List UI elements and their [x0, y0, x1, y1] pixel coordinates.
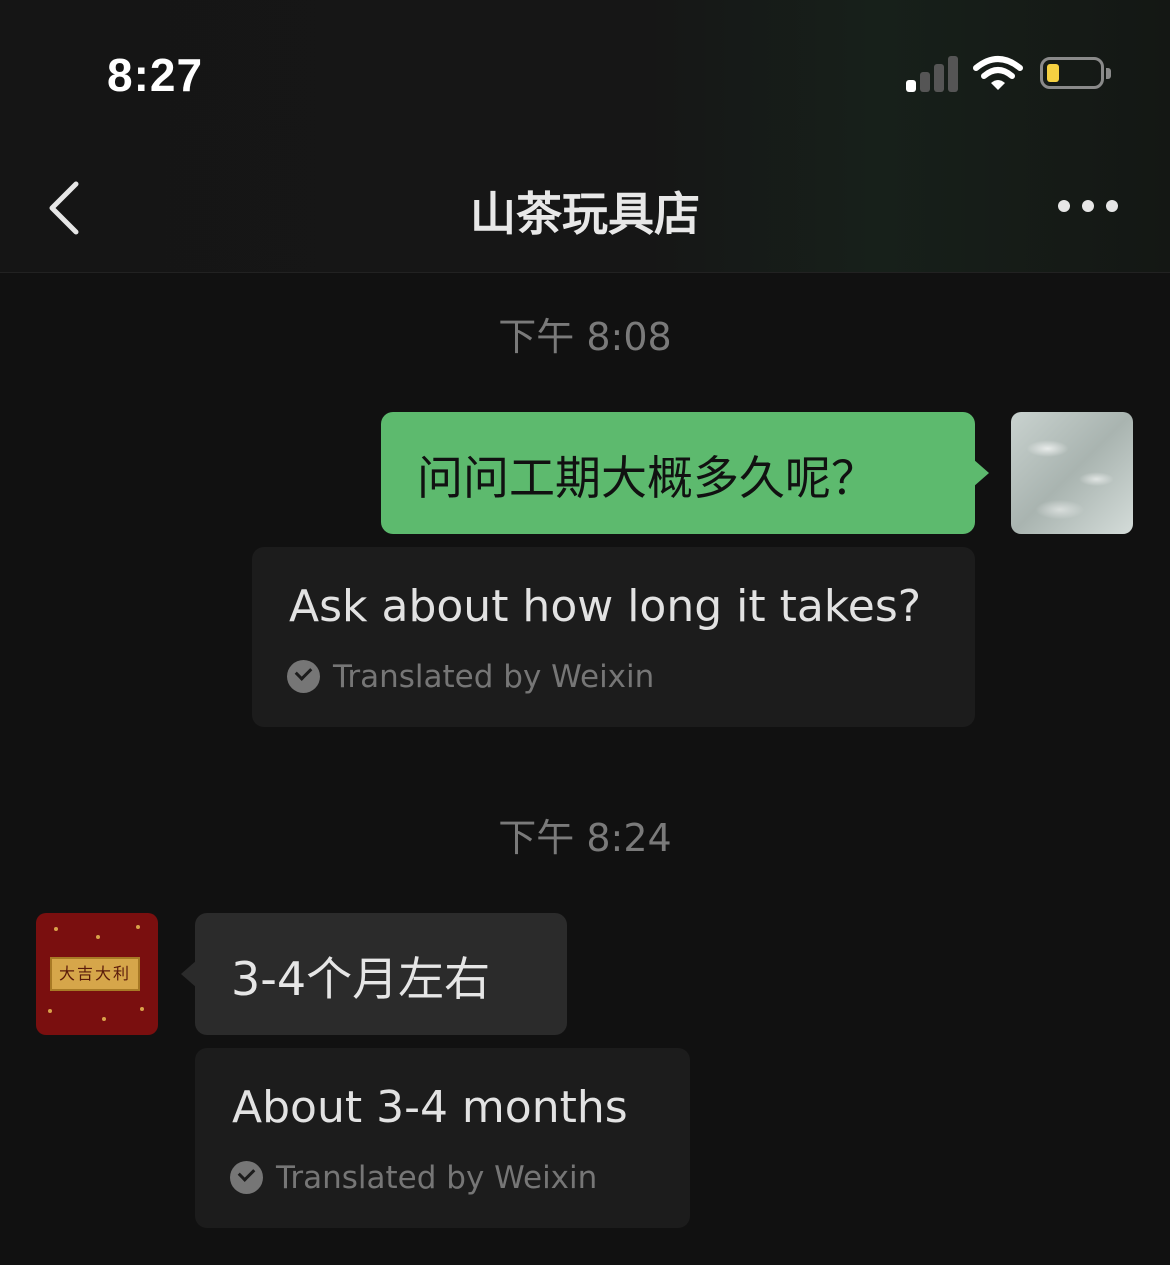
check-circle-icon	[287, 660, 320, 693]
translation-card[interactable]: About 3-4 months Translated by Weixin	[195, 1048, 690, 1228]
chat-title: 山茶玩具店	[470, 187, 700, 241]
message-timestamp: 下午 8:08	[498, 315, 672, 359]
cellular-signal-icon	[906, 56, 960, 92]
translation-text: About 3-4 months	[232, 1082, 628, 1133]
top-bar: 8:27 山茶玩具店	[0, 0, 1170, 273]
my-avatar[interactable]	[1011, 412, 1133, 534]
translation-credit: Translated by Weixin	[230, 1160, 597, 1196]
more-options-icon[interactable]	[1058, 200, 1118, 214]
battery-icon	[1040, 57, 1111, 89]
translation-credit: Translated by Weixin	[287, 659, 654, 695]
status-time: 8:27	[107, 49, 204, 101]
outgoing-message-bubble[interactable]: 问问工期大概多久呢？	[381, 412, 989, 534]
translation-text: Ask about how long it takes?	[289, 581, 922, 632]
contact-avatar[interactable]: 大吉大利	[36, 913, 158, 1035]
avatar-plaque: 大吉大利	[50, 957, 140, 991]
incoming-message-bubble[interactable]: 3-4个月左右	[181, 913, 567, 1035]
message-timestamp: 下午 8:24	[498, 816, 672, 860]
wifi-icon	[973, 56, 1023, 90]
check-circle-icon	[230, 1161, 263, 1194]
translation-card[interactable]: Ask about how long it takes? Translated …	[252, 547, 975, 727]
